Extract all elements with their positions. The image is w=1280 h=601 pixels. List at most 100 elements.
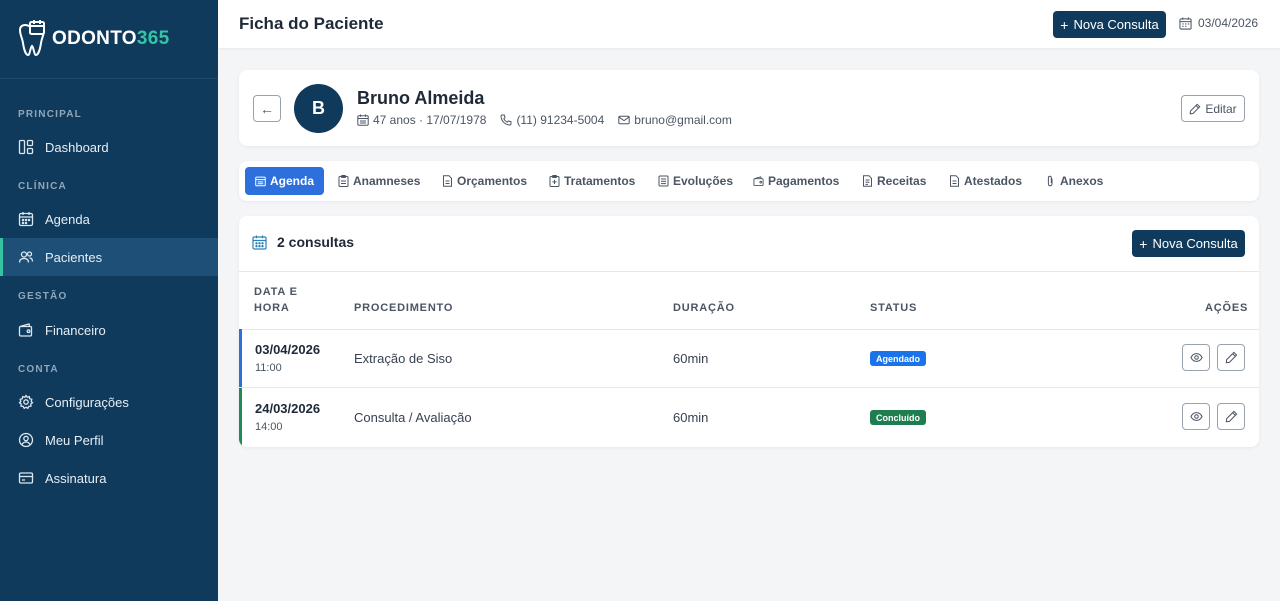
appointments-count: 2 consultas (252, 234, 354, 250)
calendar-icon (18, 212, 34, 227)
gear-icon (18, 394, 34, 410)
sidebar-item-label: Configurações (45, 394, 129, 410)
nav-section-clinica: CLÍNICA (18, 181, 67, 192)
tab-label: Anexos (1060, 174, 1104, 188)
back-button[interactable]: ← (253, 95, 281, 122)
phone-icon (500, 114, 512, 126)
prescription-icon (863, 175, 872, 187)
sidebar-item-pacientes[interactable]: Pacientes (0, 238, 218, 276)
pencil-icon (1225, 410, 1237, 423)
logo-icon (18, 20, 46, 57)
tab-agenda[interactable]: Agenda (245, 167, 325, 195)
view-button[interactable] (1182, 344, 1210, 371)
patient-age-text: 47 anos · 17/07/1978 (373, 113, 487, 127)
row-time: 14:00 (255, 421, 283, 433)
tab-receitas[interactable]: Receitas (862, 167, 926, 195)
pencil-icon (1225, 351, 1237, 364)
patient-email: bruno@gmail.com (618, 113, 732, 127)
appointments-card: 2 consultas + Nova Consulta DATA E HORA … (239, 216, 1259, 447)
status-badge: Agendado (870, 351, 926, 366)
nav-section-principal: PRINCIPAL (18, 109, 82, 120)
page-title: Ficha do Paciente (239, 14, 384, 33)
patient-age: 47 anos · 17/07/1978 (357, 113, 486, 127)
tab-anexos[interactable]: Anexos (1045, 167, 1103, 195)
table-row[interactable]: 03/04/2026 11:00 Extração de Siso 60min … (239, 329, 1259, 387)
medical-clipboard-icon (549, 175, 560, 187)
patient-phone-text: (11) 91234-5004 (516, 113, 605, 127)
tab-label: Evoluções (673, 174, 734, 188)
sidebar-item-label: Financeiro (45, 322, 106, 338)
row-date: 24/03/2026 (255, 401, 321, 416)
edit-label: Editar (1205, 101, 1237, 116)
tab-tratamentos[interactable]: Tratamentos (549, 167, 635, 195)
row-duration: 60min (673, 410, 709, 425)
user-circle-icon (18, 432, 34, 448)
plus-icon: + (1060, 16, 1069, 33)
status-badge: Concluído (870, 410, 926, 425)
patient-email-text: bruno@gmail.com (634, 113, 732, 127)
clipboard-icon (338, 175, 349, 187)
list-icon (658, 175, 669, 187)
patient-name: Bruno Almeida (357, 88, 485, 108)
arrow-left-icon: ← (260, 100, 274, 117)
row-date: 03/04/2026 (255, 342, 321, 357)
row-duration: 60min (673, 351, 709, 366)
users-icon (18, 251, 34, 263)
add-appointment-label: Nova Consulta (1152, 236, 1238, 251)
sidebar-item-label: Dashboard (45, 139, 109, 155)
calendar-icon (252, 235, 267, 250)
sidebar-item-financeiro[interactable]: Financeiro (0, 311, 218, 349)
avatar: B (294, 84, 343, 133)
row-status-stripe (239, 329, 242, 387)
new-appointment-button[interactable]: + Nova Consulta (1053, 11, 1166, 38)
sidebar-item-agenda[interactable]: Agenda (0, 200, 218, 238)
table-row[interactable]: 24/03/2026 14:00 Consulta / Avaliação 60… (239, 388, 1259, 446)
sidebar-item-label: Meu Perfil (45, 432, 104, 448)
tab-label: Orçamentos (457, 174, 528, 188)
patient-phone: (11) 91234-5004 (500, 113, 604, 127)
edit-button[interactable] (1217, 403, 1245, 430)
sidebar-item-perfil[interactable]: Meu Perfil (0, 421, 218, 459)
paperclip-icon (1047, 175, 1053, 187)
tab-orcamentos[interactable]: Orçamentos (442, 167, 527, 195)
tab-evolucoes[interactable]: Evoluções (658, 167, 733, 195)
sidebar-item-dashboard[interactable]: Dashboard (0, 128, 218, 166)
nav-section-gestao: GESTÃO (18, 291, 68, 302)
column-header-actions: AÇÕES (1205, 302, 1249, 314)
row-time: 11:00 (255, 362, 282, 374)
current-date: 03/04/2026 (1179, 16, 1258, 30)
patient-meta: 47 anos · 17/07/1978 (11) 91234-5004 bru… (357, 113, 746, 127)
edit-patient-button[interactable]: Editar (1181, 95, 1245, 122)
tab-label: Anamneses (353, 174, 421, 188)
pencil-icon (1189, 103, 1201, 114)
edit-button[interactable] (1217, 344, 1245, 371)
sidebar-item-label: Pacientes (45, 249, 103, 265)
brand[interactable]: ODONTO365 (0, 0, 218, 79)
tab-atestados[interactable]: Atestados (949, 167, 1022, 195)
sidebar-item-assinatura[interactable]: Assinatura (0, 459, 218, 497)
column-header-procedure: PROCEDIMENTO (354, 302, 454, 314)
add-appointment-button[interactable]: + Nova Consulta (1132, 230, 1245, 257)
column-header-status: STATUS (870, 302, 918, 314)
sidebar: ODONTO365 PRINCIPAL Dashboard CLÍNICA Ag… (0, 0, 218, 601)
tab-label: Atestados (964, 174, 1023, 188)
row-procedure: Consulta / Avaliação (354, 410, 472, 425)
row-procedure: Extração de Siso (354, 351, 453, 366)
column-header-date-line1: DATA E (254, 286, 298, 298)
tab-anamneses[interactable]: Anamneses (338, 167, 420, 195)
appointments-count-text: 2 consultas (277, 234, 355, 250)
calendar-icon (1179, 16, 1192, 30)
topbar: Ficha do Paciente + Nova Consulta 03/04/… (218, 0, 1280, 48)
sidebar-item-configuracoes[interactable]: Configurações (0, 383, 218, 421)
divider (239, 271, 1259, 272)
sidebar-item-label: Assinatura (45, 470, 107, 486)
tab-label: Tratamentos (564, 174, 636, 188)
column-header-date-line2: HORA (254, 302, 290, 314)
brand-name: ODONTO365 (52, 28, 170, 49)
column-header-duration: DURAÇÃO (673, 302, 735, 314)
mail-icon (618, 115, 630, 125)
tab-pagamentos[interactable]: Pagamentos (753, 167, 839, 195)
view-button[interactable] (1182, 403, 1210, 430)
wallet-icon (18, 323, 33, 337)
plus-icon: + (1139, 235, 1148, 252)
